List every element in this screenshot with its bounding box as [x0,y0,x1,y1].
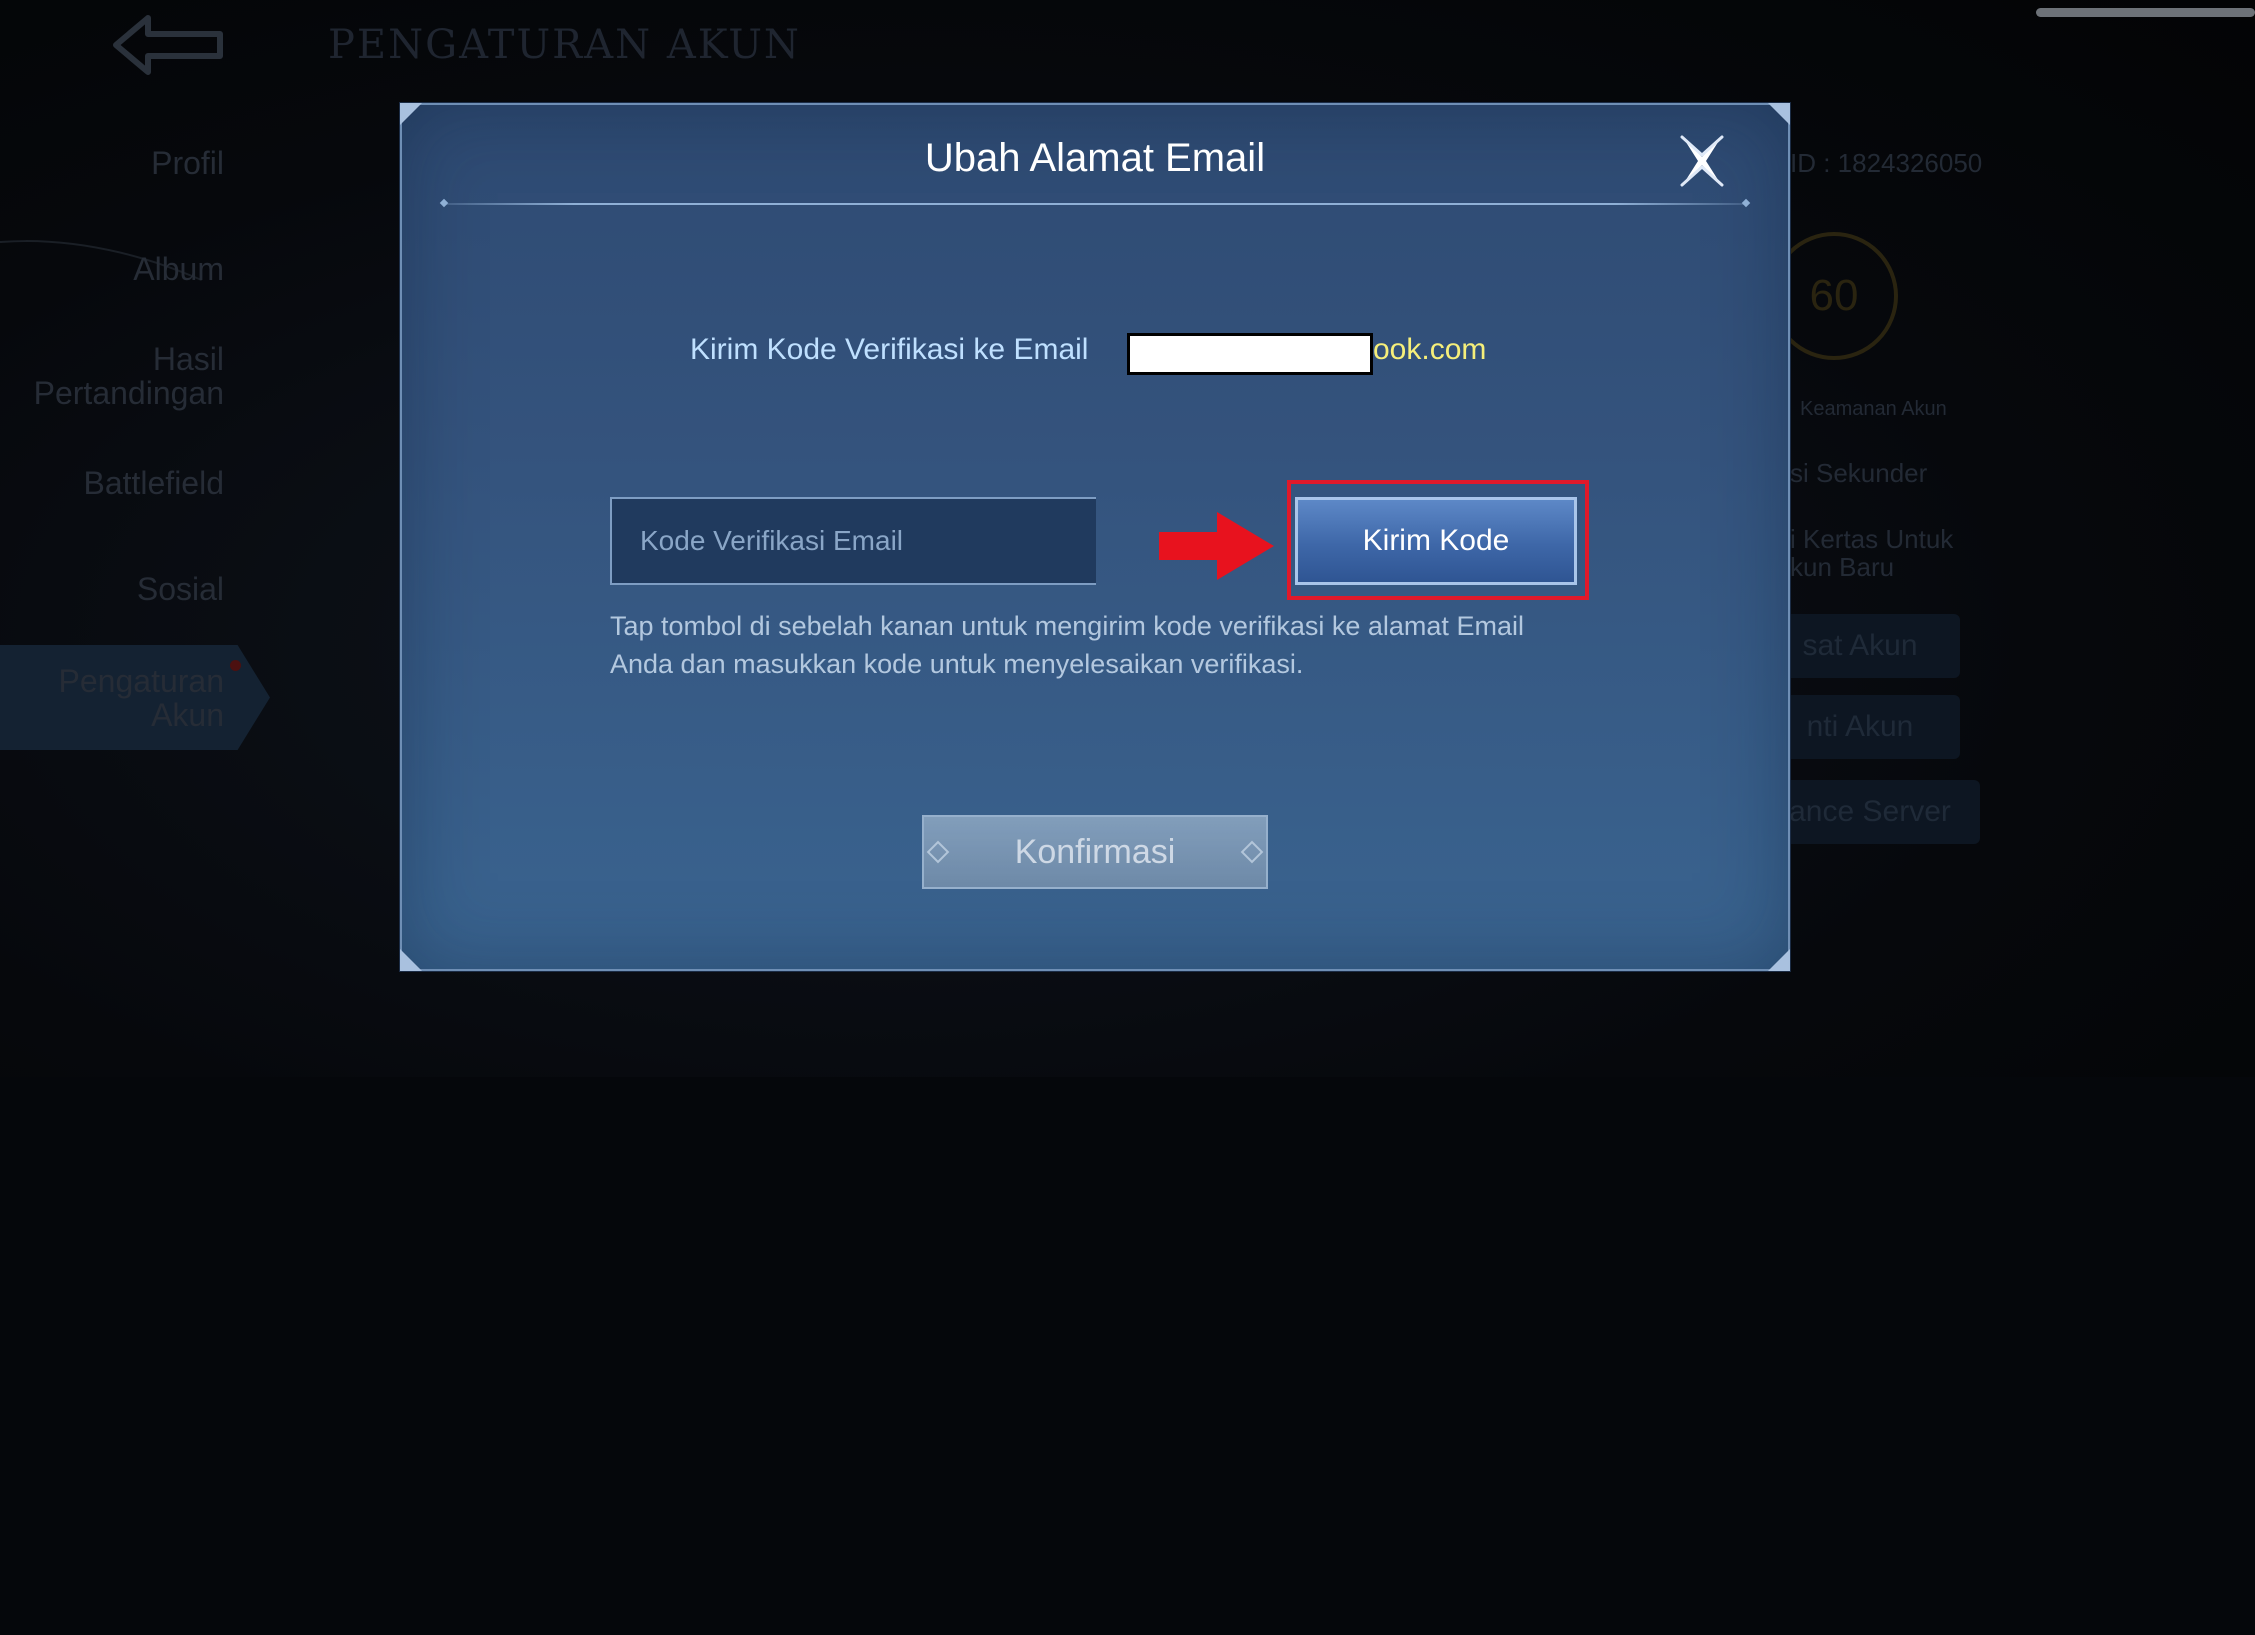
scroll-indicator [2036,8,2255,17]
confirm-button-label: Konfirmasi [1014,832,1176,871]
confirm-button[interactable]: Konfirmasi [922,815,1268,889]
page-title: PENGATURAN AKUN [328,22,801,68]
close-icon[interactable] [1674,133,1730,189]
sidebar-item-sosial[interactable]: Sosial [137,572,224,606]
title-divider [444,203,1746,205]
corner-ornament [400,103,422,125]
sidebar-item-album[interactable]: Album [133,252,224,286]
email-redaction-box [1127,333,1373,375]
verification-code-input[interactable] [610,497,1096,585]
red-arrow-icon [1159,512,1274,580]
button-ornament [926,840,950,864]
corner-ornament [400,949,422,971]
sidebar-item-pengaturan-akun[interactable]: Pengaturan Akun [44,664,224,732]
security-label: Keamanan Akun [1800,398,1947,420]
account-id: ID : 1824326050 [1790,148,1983,178]
sidebar-item-profil[interactable]: Profil [151,146,224,180]
back-arrow-icon[interactable] [108,12,228,78]
secondary-label: si Sekunder [1790,458,1928,488]
change-email-dialog: Ubah Alamat Email Kirim Kode Verifikasi … [400,103,1790,971]
sidebar-item-hasil-pertandingan[interactable]: Hasil Pertandingan [4,342,224,410]
bg-button-3[interactable]: ance Server [1760,780,1980,844]
send-code-label: Kirim Kode Verifikasi ke Email [690,333,1089,366]
button-ornament [1240,840,1264,864]
corner-ornament [1768,103,1790,125]
notification-dot [230,660,241,671]
email-suffix: ook.com [1373,333,1487,366]
sidebar-item-battlefield[interactable]: Battlefield [83,466,224,500]
bg-button-2[interactable]: nti Akun [1760,695,1960,759]
annotation-highlight-box [1287,480,1589,600]
dialog-title: Ubah Alamat Email [924,136,1266,180]
corner-ornament [1768,949,1790,971]
bg-button-1[interactable]: sat Akun [1760,614,1960,678]
card-label-2: kun Baru [1790,552,1895,582]
card-label: i Kertas Untuk [1790,524,1954,554]
help-text: Tap tombol di sebelah kanan untuk mengir… [610,611,1524,679]
